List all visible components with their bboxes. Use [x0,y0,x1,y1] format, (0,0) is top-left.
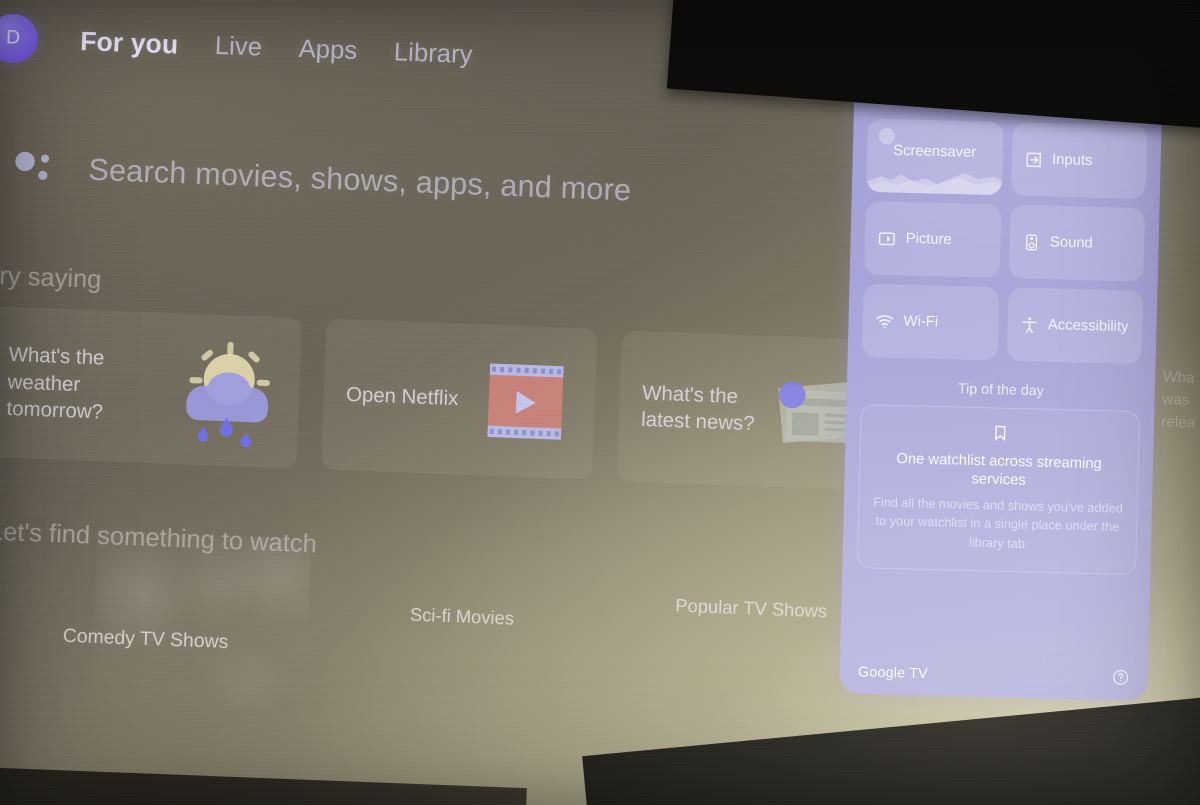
top-navigation-bar: D For you Live Apps Library [0,2,769,101]
search-bar[interactable]: Search movies, shows, apps, and more [12,137,728,226]
occluded-card-text: Wha was relea [1161,366,1200,434]
quick-tile-label: Picture [905,230,952,249]
tab-apps[interactable]: Apps [298,34,358,66]
avatar[interactable]: D [0,13,39,64]
tab-for-you[interactable]: For you [80,25,179,60]
tip-headline: One watchlist across streaming services [896,450,1102,489]
panel-footer: Google TV [839,662,1147,687]
brand-label: Google TV [857,662,929,681]
quick-tile-picture[interactable]: Picture [863,201,1001,278]
quick-tile-sound[interactable]: Sound [1008,204,1146,282]
quick-tile-wifi[interactable]: Wi-Fi [861,283,999,361]
quick-tile-label: Accessibility [1047,316,1129,336]
quick-tile-accessibility[interactable]: Accessibility [1006,287,1144,365]
card-label: What's the weather tomorrow? [6,343,105,424]
section-title-try-saying: Try saying [0,261,102,295]
quick-tile-label: Wi-Fi [903,313,939,331]
watch-tile-scifi[interactable]: Sci-fi Movies [410,604,515,629]
try-saying-card-netflix[interactable]: Open Netflix [320,318,598,480]
card-label: What's the latest news? [640,381,755,436]
help-circle-icon[interactable] [1112,668,1130,686]
try-saying-card-weather[interactable]: What's the weather tomorrow? [0,305,303,469]
input-arrow-icon [1025,152,1041,167]
google-tv-home: D For you Live Apps Library Search movie… [0,0,1200,805]
projected-screen-photo: D For you Live Apps Library Search movie… [0,0,1200,805]
accessibility-person-icon [1021,316,1037,333]
weather-sun-rain-icon [177,340,279,442]
try-saying-card-row: What's the weather tomorrow? Open Netfli… [0,305,896,492]
search-placeholder: Search movies, shows, apps, and more [87,153,632,208]
tab-live[interactable]: Live [214,31,262,62]
picture-icon [878,231,895,245]
tab-library[interactable]: Library [393,37,473,69]
quick-tile-label: Inputs [1051,151,1093,170]
thumbnail-comedy [89,531,312,714]
google-assistant-dots-icon [12,147,58,189]
quick-settings-panel: Tue, Aug 13 5:13 PM All settings [839,40,1164,702]
wifi-icon [876,314,894,328]
quick-tile-screensaver[interactable]: Screensaver [866,118,1004,196]
tip-body: Find all the movies and shows you've add… [872,495,1123,551]
nav-tabs: For you Live Apps Library [80,25,473,71]
card-label: Open Netflix [345,383,459,411]
occluded-line-3: relea [1160,412,1196,432]
quick-tile-label: Sound [1049,234,1093,252]
quick-tile-label: Screensaver [892,142,977,162]
watch-tile-row: Comedy TV Shows Sci-fi Movies Popular TV… [0,531,882,714]
quick-tile-inputs[interactable]: Inputs [1010,122,1148,199]
film-strip-play-icon [473,351,575,453]
watch-tile-popular[interactable]: Popular TV Shows [675,595,827,622]
screensaver-hills-graphic [866,172,1004,196]
tip-of-the-day-card[interactable]: One watchlist across streaming services … [856,403,1141,575]
quick-settings-tile-grid: Screensaver Inputs Picture Sound Wi-Fi A… [848,110,1162,365]
bookmark-icon [994,425,1005,442]
occluded-line-1: Wha [1162,368,1195,387]
occluded-line-2: was [1161,390,1190,409]
tip-section-title: Tip of the day [957,379,1045,399]
projected-image: D For you Live Apps Library Search movie… [0,0,1200,805]
speaker-icon [1025,233,1037,251]
